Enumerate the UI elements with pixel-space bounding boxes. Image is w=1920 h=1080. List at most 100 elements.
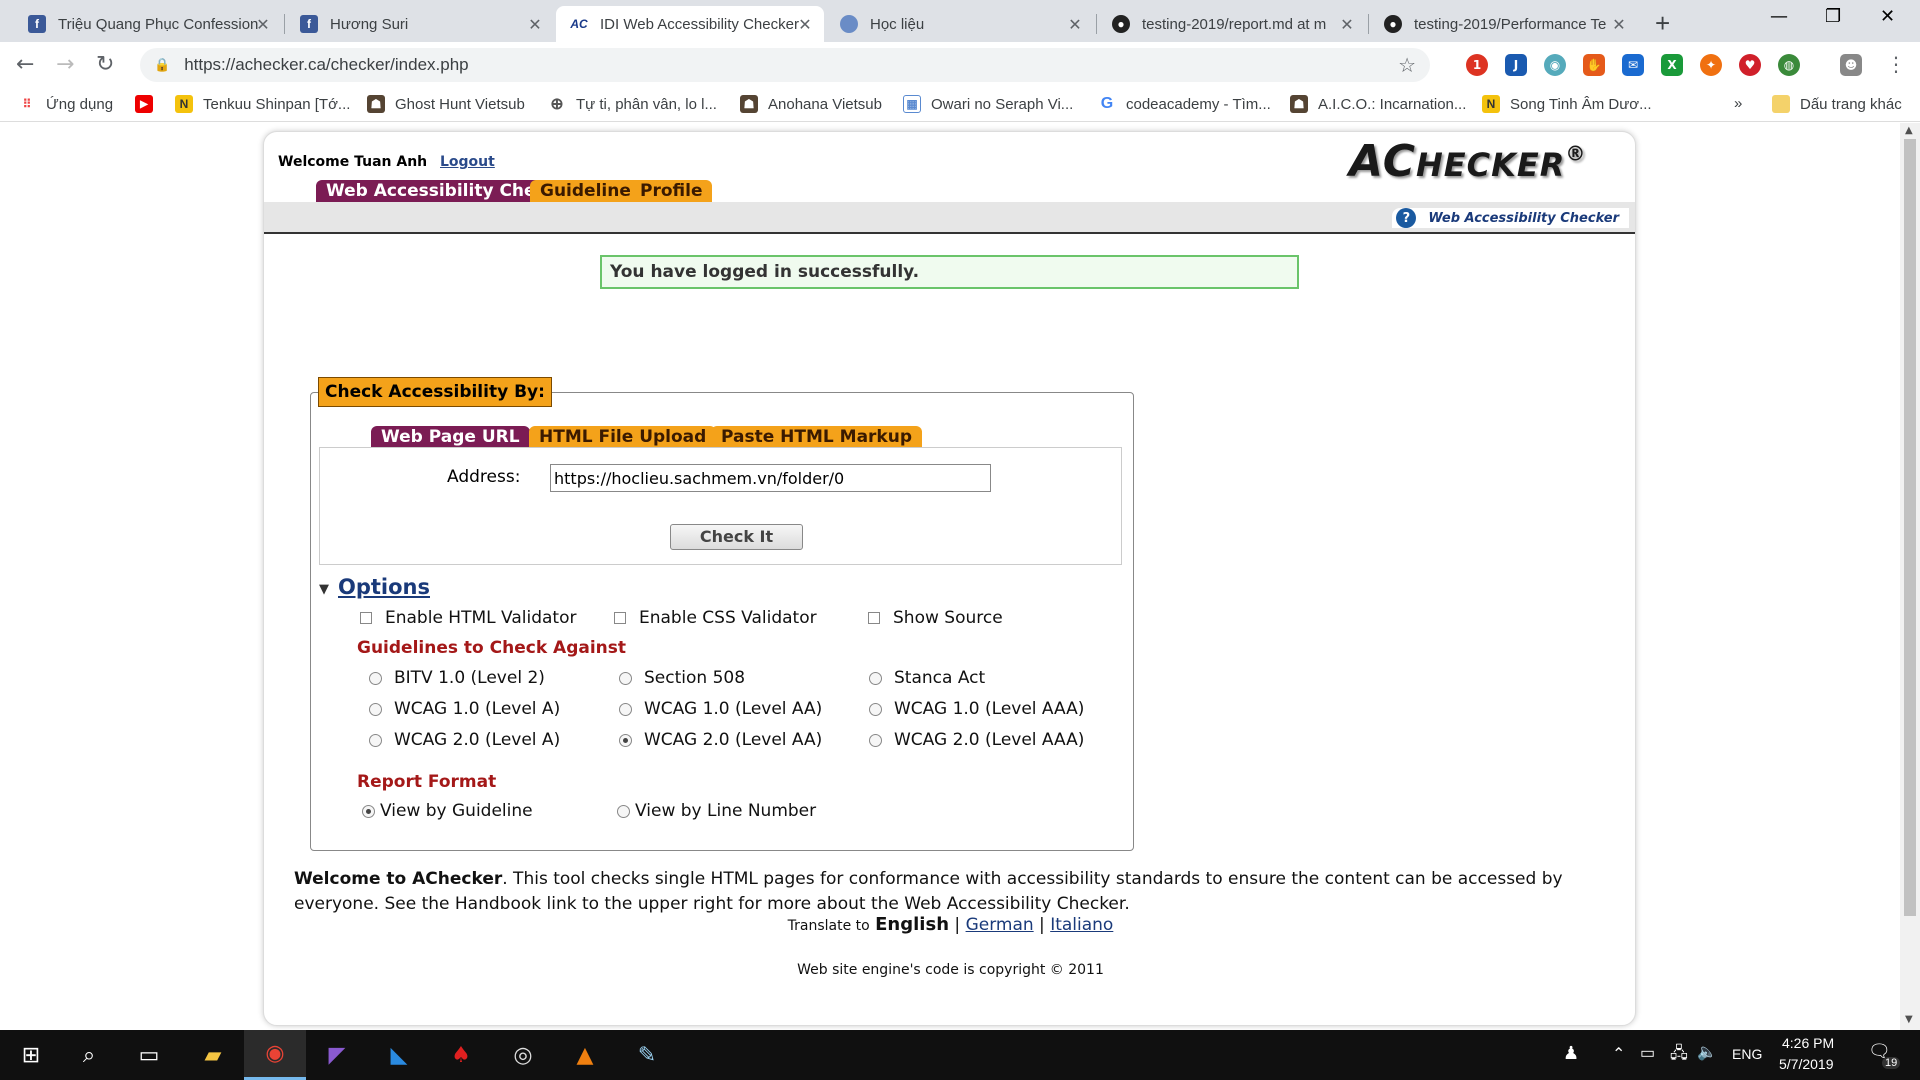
guideline-wcag2-aaa[interactable]: WCAG 2.0 (Level AAA) — [869, 730, 1084, 750]
extension-hand-icon[interactable]: ✋ — [1583, 54, 1605, 76]
guideline-wcag1-a[interactable]: WCAG 1.0 (Level A) — [369, 699, 560, 719]
radio-dot-selected[interactable] — [619, 733, 632, 747]
bookmark-ghost-hunt[interactable]: ☗ Ghost Hunt Vietsub — [367, 95, 525, 113]
scrollbar-thumb[interactable] — [1904, 139, 1916, 916]
extension-eye-icon[interactable]: ◉ — [1544, 54, 1566, 76]
bookmark-youtube[interactable]: ▶ — [135, 95, 163, 113]
tray-chevron-icon[interactable]: ⌃ — [1612, 1044, 1625, 1064]
language-link-german[interactable]: German — [966, 915, 1034, 935]
battery-icon[interactable]: ▭ — [1640, 1043, 1655, 1063]
options-link[interactable]: Options — [338, 575, 430, 599]
html-validator-checkbox[interactable]: Enable HTML Validator — [360, 608, 576, 628]
language-indicator[interactable]: ENG — [1732, 1046, 1762, 1062]
extension-adblock-icon[interactable]: 1 — [1466, 54, 1488, 76]
garena-icon[interactable]: ♠ — [430, 1030, 492, 1080]
tab-html-file-upload[interactable]: HTML File Upload — [529, 426, 717, 448]
extension-globe-icon[interactable]: ◍ — [1778, 54, 1800, 76]
clock-date[interactable]: 5/7/2019 — [1779, 1056, 1834, 1072]
checkbox-box[interactable] — [360, 612, 372, 624]
bookmark-song-tinh[interactable]: N Song Tinh Âm Dươ... — [1482, 95, 1652, 113]
tab-report-md[interactable]: ● testing-2019/report.md at m ✕ — [1098, 6, 1366, 42]
minimize-icon[interactable]: — — [1770, 6, 1788, 27]
bookmark-apps[interactable]: ⠿ Ứng dụng — [18, 95, 113, 113]
guideline-section-508[interactable]: Section 508 — [619, 668, 745, 688]
close-tab-icon[interactable]: ✕ — [254, 15, 272, 35]
report-view-by-guideline[interactable]: View by Guideline — [362, 801, 533, 821]
back-icon[interactable]: ← — [16, 52, 34, 77]
report-view-by-line-number[interactable]: View by Line Number — [617, 801, 816, 821]
visual-studio-icon[interactable]: ◤ — [306, 1030, 368, 1080]
guideline-wcag2-a[interactable]: WCAG 2.0 (Level A) — [369, 730, 560, 750]
tab-performance[interactable]: ● testing-2019/Performance Te ✕ — [1370, 6, 1638, 42]
address-input[interactable] — [550, 464, 991, 492]
radio-dot[interactable] — [869, 733, 882, 747]
search-icon[interactable]: ⌕ — [58, 1030, 120, 1080]
tab-huong-suri[interactable]: f Hương Suri ✕ — [286, 6, 554, 42]
new-tab-button[interactable]: + — [1655, 8, 1670, 39]
radio-dot[interactable] — [619, 702, 632, 716]
tab-paste-html-markup[interactable]: Paste HTML Markup — [711, 426, 923, 448]
radio-dot[interactable] — [369, 671, 382, 685]
window-close-icon[interactable]: ✕ — [1880, 6, 1895, 27]
radio-dot-selected[interactable] — [362, 804, 375, 818]
tab-hoc-lieu[interactable]: Học liệu ✕ — [826, 6, 1094, 42]
bookmark-tenkuu[interactable]: N Tenkuu Shinpan [Tớ... — [175, 95, 350, 113]
tab-achecker[interactable]: AC IDI Web Accessibility Checker ✕ — [556, 6, 824, 42]
guideline-stanca-act[interactable]: Stanca Act — [869, 668, 985, 688]
bookmark-tu-ti[interactable]: ⊕ Tự ti, phân vân, lo l... — [548, 95, 717, 114]
options-toggle-icon[interactable]: ▼ — [319, 582, 329, 597]
address-bar[interactable]: 🔒 https://achecker.ca/checker/index.php … — [140, 48, 1430, 82]
radio-dot[interactable] — [869, 702, 882, 716]
bookmark-anohana[interactable]: ☗ Anohana Vietsub — [740, 95, 882, 113]
close-tab-icon[interactable]: ✕ — [1066, 15, 1084, 35]
profile-avatar-icon[interactable]: ☻ — [1840, 54, 1862, 76]
radio-dot[interactable] — [869, 671, 882, 685]
scroll-down-arrow-icon[interactable]: ▼ — [1905, 1014, 1913, 1025]
network-icon[interactable]: 🖧 — [1670, 1042, 1688, 1069]
css-validator-checkbox[interactable]: Enable CSS Validator — [614, 608, 817, 628]
chrome-icon[interactable]: ◉ — [244, 1030, 306, 1080]
tab-web-page-url[interactable]: Web Page URL — [371, 426, 530, 448]
extension-red-icon[interactable]: ♥ — [1739, 54, 1761, 76]
language-link-italiano[interactable]: Italiano — [1050, 915, 1113, 935]
restore-icon[interactable]: ❐ — [1825, 6, 1841, 27]
extension-mail-icon[interactable]: ✉ — [1622, 54, 1644, 76]
close-tab-icon[interactable]: ✕ — [796, 15, 814, 35]
radio-dot[interactable] — [369, 702, 382, 716]
menu-dots-icon[interactable]: ⋮ — [1886, 52, 1906, 76]
bookmark-star-icon[interactable]: ☆ — [1398, 53, 1416, 77]
people-icon[interactable]: ♟ — [1563, 1043, 1579, 1064]
start-icon[interactable]: ⊞ — [0, 1030, 62, 1080]
guideline-wcag1-aa[interactable]: WCAG 1.0 (Level AA) — [619, 699, 822, 719]
radio-dot[interactable] — [617, 804, 630, 818]
reload-icon[interactable]: ↻ — [96, 52, 114, 77]
bookmark-owari[interactable]: ▦ Owari no Seraph Vi... — [903, 95, 1073, 113]
close-tab-icon[interactable]: ✕ — [1338, 15, 1356, 35]
radio-dot[interactable] — [369, 733, 382, 747]
forward-icon[interactable]: → — [56, 52, 74, 77]
tab-confession[interactable]: f Triệu Quang Phục Confession ✕ — [14, 6, 282, 42]
extension-excel-icon[interactable]: X — [1661, 54, 1683, 76]
guideline-wcag2-aa[interactable]: WCAG 2.0 (Level AA) — [619, 730, 822, 750]
bookmark-aico[interactable]: ☗ A.I.C.O.: Incarnation... — [1290, 95, 1466, 113]
paint-icon[interactable]: ✎ — [616, 1030, 678, 1080]
obs-icon[interactable]: ◎ — [492, 1030, 554, 1080]
bookmark-codeacademy[interactable]: G codeacademy - Tìm... — [1098, 95, 1271, 113]
bookmark-other[interactable]: Dấu trang khác — [1772, 95, 1902, 113]
checkbox-box[interactable] — [868, 612, 880, 624]
handbook-link[interactable]: ? Web Accessibility Checker — [1392, 208, 1629, 228]
scroll-up-arrow-icon[interactable]: ▲ — [1905, 125, 1913, 136]
guideline-wcag1-aaa[interactable]: WCAG 1.0 (Level AAA) — [869, 699, 1084, 719]
vertical-scrollbar[interactable]: ▲ ▼ — [1900, 123, 1920, 1030]
guideline-bitv-1-0[interactable]: BITV 1.0 (Level 2) — [369, 668, 545, 688]
volume-icon[interactable]: 🔈 — [1697, 1042, 1717, 1062]
check-it-button[interactable]: Check It — [670, 524, 803, 550]
vlc-icon[interactable]: ▲ — [554, 1030, 616, 1080]
logout-link[interactable]: Logout — [440, 154, 495, 170]
show-source-checkbox[interactable]: Show Source — [868, 608, 1003, 628]
bookmarks-overflow-chevron[interactable]: » — [1734, 95, 1742, 112]
close-tab-icon[interactable]: ✕ — [1610, 15, 1628, 35]
close-tab-icon[interactable]: ✕ — [526, 15, 544, 35]
clock-time[interactable]: 4:26 PM — [1782, 1035, 1834, 1051]
task-view-icon[interactable]: ▭ — [118, 1030, 180, 1080]
